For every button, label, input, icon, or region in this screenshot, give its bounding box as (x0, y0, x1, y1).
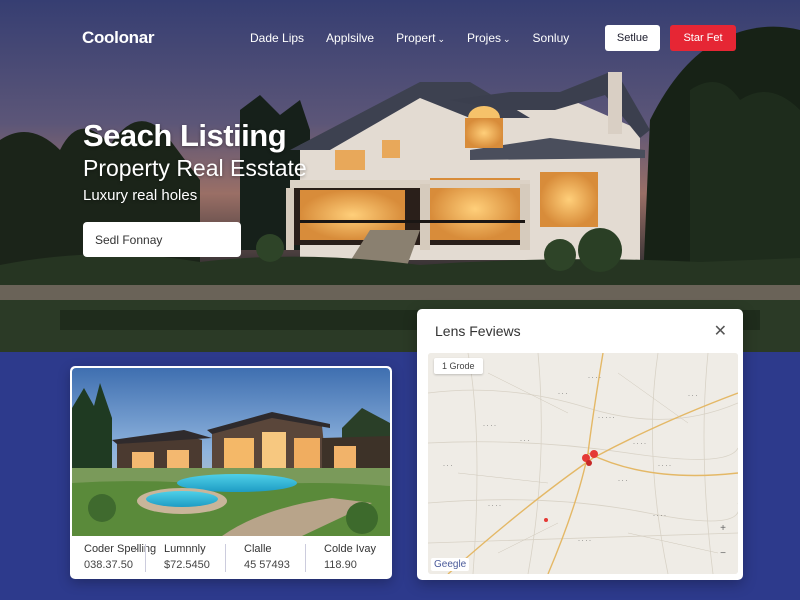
nav-link-label: Applsilve (326, 31, 375, 45)
nav-link-label: Dade Lips (250, 31, 305, 45)
stat-value: 45 57493 (244, 559, 290, 571)
divider (145, 544, 146, 572)
hero-subtitle: Property Real Esstate (83, 155, 307, 181)
zoom-in-icon[interactable]: + (720, 523, 726, 534)
top-navigation: Coolonar Dade Lips Applsilve Propert ⌄ Pr… (0, 0, 800, 76)
nav-link-sonluy[interactable]: Sonluy (533, 31, 570, 45)
map-zoom-control[interactable]: + − (716, 523, 730, 559)
close-icon[interactable]: ✕ (714, 321, 727, 341)
nav-link-dade-lips[interactable]: Dade Lips (250, 31, 304, 45)
star-fet-button[interactable]: Star Fet (670, 25, 736, 51)
chevron-down-icon: ⌄ (503, 34, 511, 44)
brand-logo[interactable]: Coolonar (82, 28, 155, 48)
nav-link-label: Sonluy (532, 31, 570, 45)
hero-section: Coolonar Dade Lips Applsilve Propert ⌄ Pr… (0, 0, 800, 352)
stat-label: Colde Ivay (324, 543, 376, 555)
map-filter-chip[interactable]: 1 Grode (434, 358, 483, 374)
divider (305, 544, 306, 572)
listing-photo (72, 368, 390, 536)
stat-label: Clalle (244, 543, 272, 555)
nav-link-label: Propert (396, 31, 436, 45)
stat-clalle: Clalle 45 57493 (230, 538, 310, 579)
listing-stats: Coder Spelling 038.37.50 ⌄ Lumnnly $72.5… (70, 538, 392, 579)
map-view[interactable]: · · · · · · · · · · · · · · · · · · · · … (428, 353, 738, 574)
listing-card[interactable]: Coder Spelling 038.37.50 ⌄ Lumnnly $72.5… (70, 366, 392, 579)
search-input[interactable] (83, 222, 241, 257)
map-panel: Lens Feviews ✕ · · · · · · · · · · · · ·… (417, 309, 743, 580)
stat-colde-ivay: Colde Ivay 118.90 (310, 538, 390, 579)
nav-link-label: Projes (466, 31, 501, 45)
chevron-down-icon: ⌄ (437, 34, 445, 44)
chevron-down-icon[interactable]: ⌄ (132, 542, 140, 553)
hero-search: SC ⌄ (83, 222, 241, 257)
setlue-button[interactable]: Setlue (605, 25, 660, 51)
stat-label: Lumnnly (164, 543, 206, 555)
stat-value: 118.90 (324, 559, 357, 571)
stat-lumnnly: Lumnnly $72.5450 (150, 538, 230, 579)
stat-coder-spelling: Coder Spelling 038.37.50 ⌄ (70, 538, 157, 579)
map-panel-title: Lens Feviews (435, 323, 521, 339)
nav-link-projes[interactable]: Projes ⌄ (467, 31, 511, 45)
stat-value: 038.37.50 (84, 559, 133, 571)
hero-tagline: Luxury real holes (83, 187, 198, 204)
nav-links: Dade Lips Applsilve Propert ⌄ Projes ⌄ Son… (250, 31, 591, 45)
zoom-out-icon[interactable]: − (720, 548, 726, 559)
divider (225, 544, 226, 572)
nav-link-propert[interactable]: Propert ⌄ (396, 31, 445, 45)
hero-title: Seach Listiing (83, 118, 287, 153)
map-provider-logo: Geegle (431, 558, 470, 571)
nav-link-applsilve[interactable]: Applsilve (326, 31, 374, 45)
stat-value: $72.5450 (164, 559, 210, 571)
stat-label: Coder Spelling (84, 543, 157, 555)
